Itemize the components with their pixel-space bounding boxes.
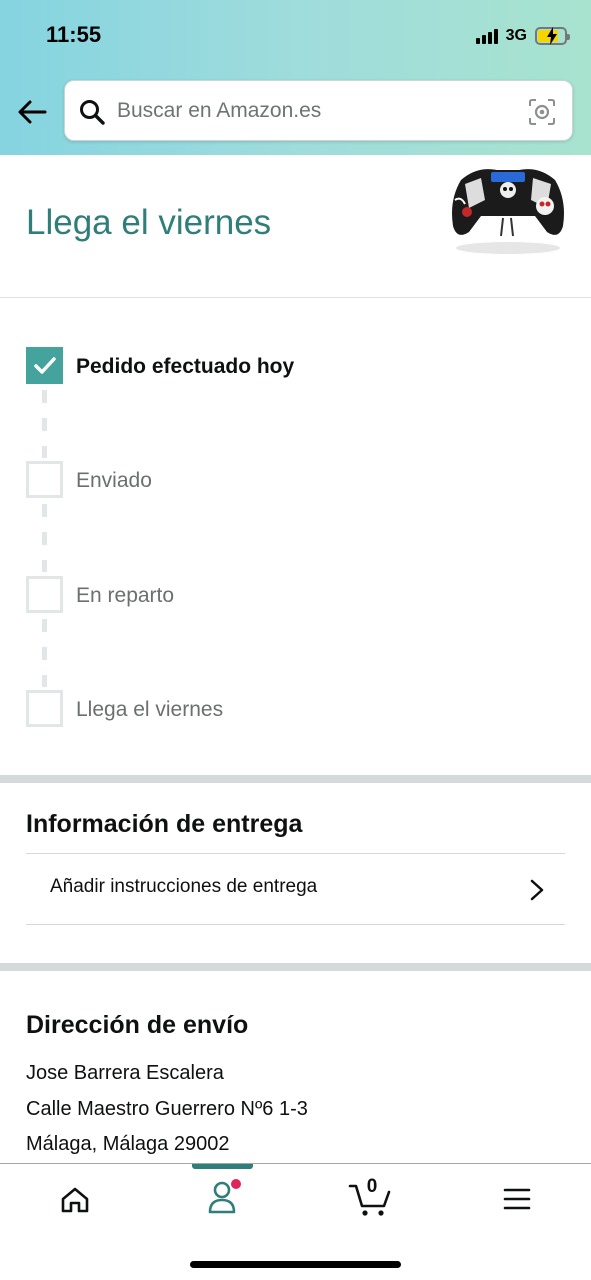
status-indicators: 3G: [475, 24, 570, 48]
section-divider: [0, 775, 591, 783]
step-checkbox-out-for-delivery: [26, 576, 63, 613]
network-type: 3G: [505, 27, 527, 44]
add-delivery-instructions-label: Añadir instrucciones de entrega: [50, 876, 318, 897]
search-bar[interactable]: [64, 80, 573, 141]
search-icon: [80, 100, 105, 125]
nav-cart[interactable]: 0: [326, 1164, 416, 1236]
section-divider: [0, 963, 591, 971]
step-checkbox-arrives: [26, 690, 63, 727]
progress-connector: [42, 504, 47, 572]
add-delivery-instructions-row[interactable]: Añadir instrucciones de entrega: [26, 853, 565, 925]
menu-icon: [503, 1188, 531, 1210]
nav-home[interactable]: [29, 1164, 119, 1236]
address-name: Jose Barrera Escalera: [26, 1062, 224, 1084]
product-image[interactable]: [447, 160, 569, 256]
nav-account[interactable]: [177, 1164, 267, 1236]
camera-search-icon[interactable]: [528, 98, 556, 126]
account-icon: [208, 1179, 241, 1214]
address-street: Calle Maestro Guerrero Nº6 1-3: [26, 1098, 308, 1120]
status-time: 11:55: [46, 22, 102, 47]
step-label-out-for-delivery: En reparto: [76, 584, 175, 607]
back-arrow-icon[interactable]: [16, 96, 48, 128]
nav-menu[interactable]: [471, 1164, 561, 1236]
home-indicator: [190, 1261, 401, 1268]
step-label-ordered: Pedido efectuado hoy: [76, 355, 295, 378]
step-checkbox-shipped: [26, 461, 63, 498]
search-input[interactable]: [117, 93, 517, 129]
divider: [0, 297, 591, 298]
step-label-shipped: Enviado: [76, 469, 152, 492]
cart-count: 0: [366, 1176, 378, 1197]
app-header: 11:55 3G: [0, 0, 591, 155]
checkmark-icon: [34, 357, 56, 374]
arrival-title: Llega el viernes: [26, 203, 272, 242]
battery-icon: [535, 27, 570, 45]
step-checkbox-ordered: [26, 347, 63, 384]
home-icon: [61, 1187, 89, 1213]
chevron-right-icon: [530, 879, 544, 901]
progress-connector: [42, 619, 47, 687]
signal-icon: [475, 28, 498, 44]
step-label-arrives: Llega el viernes: [76, 698, 224, 721]
shipping-address-title: Dirección de envío: [26, 1011, 249, 1039]
progress-connector: [42, 390, 47, 458]
delivery-info-title: Información de entrega: [26, 810, 303, 838]
address-city: Málaga, Málaga 29002: [26, 1133, 230, 1155]
